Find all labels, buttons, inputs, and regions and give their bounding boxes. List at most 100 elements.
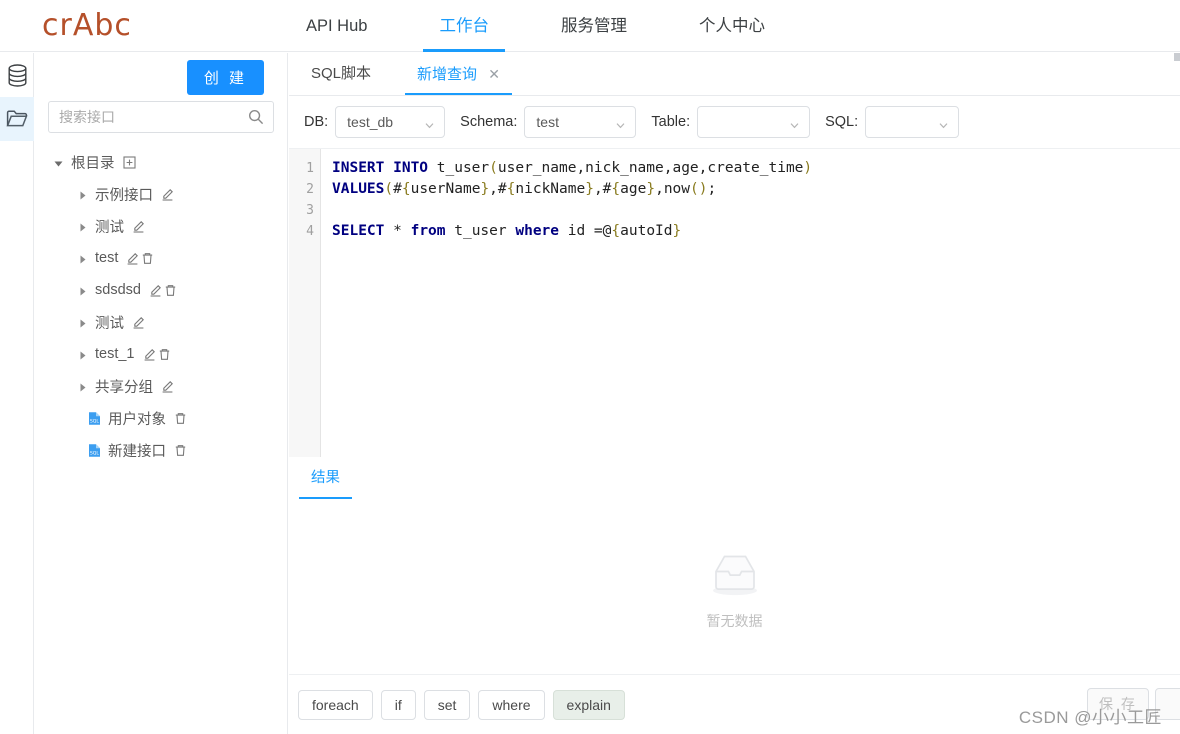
tree-node-test[interactable]: test [35, 242, 287, 274]
code-line-2: VALUES(#{userName},#{nickName},#{age},no… [332, 181, 717, 197]
nav-item-api-hub[interactable]: API Hub [284, 0, 389, 52]
tree-node-test-1[interactable]: test_1 [35, 338, 287, 370]
plus-box-icon[interactable] [122, 155, 136, 169]
chevron-right-icon[interactable] [77, 349, 88, 360]
tree-node-sdsdsd[interactable]: sdsdsd [35, 274, 287, 306]
code-line-4: SELECT * from t_user where id =@{autoId} [332, 223, 682, 239]
chip-foreach[interactable]: foreach [298, 689, 373, 720]
tree-node-label: 共享分组 [95, 379, 153, 396]
pencil-icon[interactable] [126, 252, 139, 265]
db-toolbar: DB: test_db Schema: test Table: SQL: [289, 96, 1180, 149]
chevron-right-icon[interactable] [77, 381, 88, 392]
chevron-right-icon[interactable] [77, 285, 88, 296]
tree-node-label: test [95, 250, 119, 266]
chevron-down-icon [789, 118, 800, 136]
schema-select[interactable]: test [524, 106, 637, 138]
top-header: crAbc API Hub 工作台 服务管理 个人中心 [0, 0, 1180, 52]
pencil-icon[interactable] [132, 220, 145, 233]
search-input[interactable] [49, 108, 239, 126]
tree-node-new-api[interactable]: SQL 新建接口 [35, 434, 287, 466]
database-icon [7, 63, 28, 87]
chevron-right-icon[interactable] [77, 317, 88, 328]
svg-text:SQL: SQL [90, 418, 100, 424]
rail-item-database[interactable] [0, 53, 34, 97]
tree-node-label: 根目录 [71, 155, 115, 172]
pencil-icon[interactable] [161, 188, 174, 201]
sql-select[interactable] [865, 106, 960, 138]
trash-icon[interactable] [174, 444, 187, 457]
pencil-icon[interactable] [149, 284, 162, 297]
editor-code-area[interactable]: INSERT INTO t_user(user_name,nick_name,a… [321, 149, 1180, 457]
chip-explain[interactable]: explain [552, 689, 625, 720]
app-logo[interactable]: crAbc [42, 8, 182, 43]
tree-node-label: 测试 [95, 315, 124, 332]
scrollbar-thumb[interactable] [1174, 53, 1180, 61]
tree-node-label: sdsdsd [95, 282, 141, 298]
chevron-right-icon[interactable] [77, 221, 88, 232]
schema-select-value: test [536, 114, 559, 130]
chip-where[interactable]: where [478, 689, 545, 720]
tab-result[interactable]: 结果 [299, 461, 352, 499]
search-box[interactable] [48, 101, 274, 133]
nav-item-workbench[interactable]: 工作台 [417, 0, 511, 52]
main-nav: API Hub 工作台 服务管理 个人中心 [270, 0, 801, 52]
code-line-1: INSERT INTO t_user(user_name,nick_name,a… [332, 160, 813, 176]
create-row: 创 建 [35, 53, 287, 101]
chevron-down-icon [615, 118, 626, 136]
create-button[interactable]: 创 建 [186, 59, 264, 95]
tree-node-user-object[interactable]: SQL 用户对象 [35, 402, 287, 434]
pencil-icon[interactable] [161, 380, 174, 393]
tree-node-test-cn-1[interactable]: 测试 [35, 210, 287, 242]
tree-node-label: 用户对象 [108, 411, 166, 428]
trash-icon[interactable] [174, 412, 187, 425]
chevron-down-icon [424, 118, 435, 136]
tree-node-test-cn-2[interactable]: 测试 [35, 306, 287, 338]
tree-node-label: 新建接口 [108, 443, 166, 460]
tab-new-query[interactable]: 新增查询 ✕ [405, 53, 512, 95]
chevron-right-icon[interactable] [77, 189, 88, 200]
trash-icon[interactable] [158, 348, 171, 361]
db-label: DB: [304, 114, 329, 130]
app-root: crAbc API Hub 工作台 服务管理 个人中心 创 建 搜索接口 根目录… [0, 0, 1180, 734]
overflow-button[interactable] [1155, 688, 1180, 720]
search-icon[interactable] [248, 109, 264, 130]
sql-file-icon: SQL [87, 443, 102, 458]
tab-label: SQL脚本 [311, 65, 372, 82]
trash-icon[interactable] [164, 284, 177, 297]
sidebar: 创 建 根目录 [35, 53, 288, 734]
tree-node-example-api[interactable]: 示例接口 [35, 178, 287, 210]
chip-set[interactable]: set [423, 689, 471, 720]
tree-node-root[interactable]: 根目录 [35, 146, 287, 178]
result-tabbar: 结果 [289, 457, 1180, 499]
sql-file-icon: SQL [87, 411, 102, 426]
sql-editor[interactable]: 1 2 3 4 INSERT INTO t_user(user_name,nic… [289, 149, 1180, 457]
svg-text:SQL: SQL [90, 450, 100, 456]
nav-item-service-management[interactable]: 服务管理 [539, 0, 649, 52]
tree-node-shared-group[interactable]: 共享分组 [35, 370, 287, 402]
sql-label: SQL: [825, 114, 859, 130]
pencil-icon[interactable] [132, 316, 145, 329]
save-button[interactable]: 保 存 [1087, 688, 1149, 720]
api-tree: 根目录 示例接口 测试 test sdsdsd 测试 test_1 共享分组 S… [35, 146, 287, 466]
table-select[interactable] [697, 106, 811, 138]
result-tab-label: 结果 [311, 470, 340, 486]
table-label: Table: [651, 114, 691, 130]
chevron-right-icon[interactable] [77, 253, 88, 264]
folder-icon [6, 109, 28, 129]
db-select[interactable]: test_db [335, 106, 446, 138]
trash-icon[interactable] [141, 252, 154, 265]
tab-sql-script[interactable]: SQL脚本 [299, 53, 383, 95]
line-number: 1 [306, 161, 314, 176]
chevron-down-icon[interactable] [53, 157, 64, 168]
nav-item-user-center[interactable]: 个人中心 [677, 0, 787, 52]
close-icon[interactable]: ✕ [488, 66, 500, 82]
editor-gutter: 1 2 3 4 [289, 149, 321, 457]
result-body: 暂无数据 [289, 499, 1180, 682]
chip-if[interactable]: if [380, 689, 416, 720]
empty-inbox-icon [704, 550, 766, 603]
icon-rail [0, 53, 34, 734]
rail-item-folder[interactable] [0, 97, 34, 141]
line-number: 3 [306, 203, 314, 218]
pencil-icon[interactable] [143, 348, 156, 361]
